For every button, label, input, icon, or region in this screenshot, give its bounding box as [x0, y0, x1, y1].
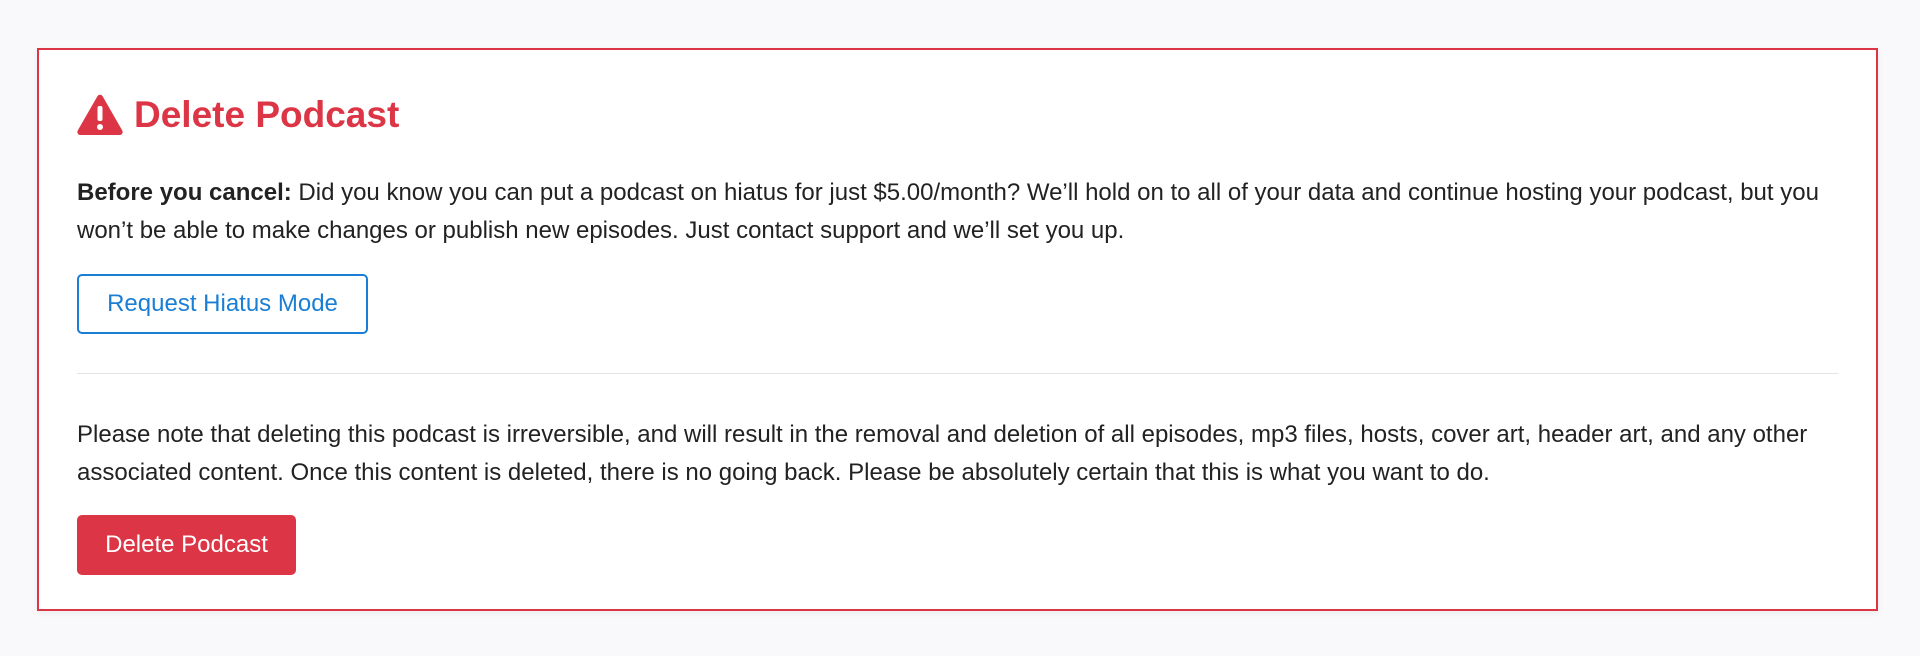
- panel-body: Delete Podcast Before you cancel: Did yo…: [77, 50, 1838, 609]
- delete-podcast-panel: Delete Podcast Before you cancel: Did yo…: [37, 48, 1878, 611]
- panel-header: Delete Podcast: [77, 90, 399, 140]
- request-hiatus-button[interactable]: Request Hiatus Mode: [77, 274, 368, 334]
- section-divider: [77, 373, 1838, 374]
- hiatus-notice: Before you cancel: Did you know you can …: [77, 174, 1838, 250]
- warning-icon: [77, 94, 123, 136]
- page-title: Delete Podcast: [134, 94, 400, 135]
- hiatus-lead: Before you cancel:: [77, 179, 292, 206]
- hiatus-body: Did you know you can put a podcast on hi…: [77, 179, 1819, 244]
- delete-podcast-button[interactable]: Delete Podcast: [77, 515, 296, 575]
- deletion-warning: Please note that deleting this podcast i…: [77, 421, 1808, 486]
